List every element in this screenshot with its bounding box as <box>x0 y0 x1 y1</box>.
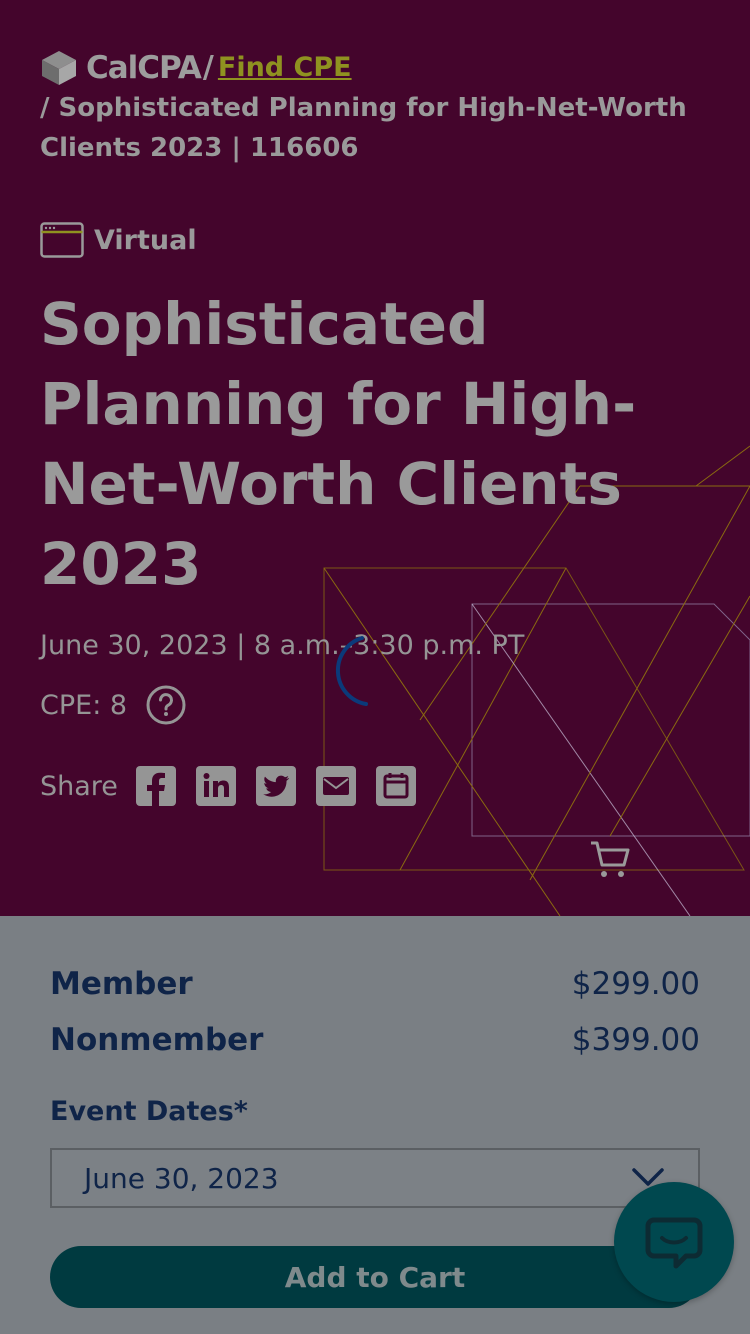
share-linkedin-button[interactable] <box>195 766 236 806</box>
event-format-label: Virtual <box>94 224 197 256</box>
calcpa-logo-icon <box>42 51 76 85</box>
nonmember-price: $399.00 <box>571 1022 700 1058</box>
calendar-icon <box>383 773 409 799</box>
nonmember-price-row: Nonmember $399.00 <box>50 1022 700 1058</box>
chat-button[interactable] <box>614 1182 734 1302</box>
event-date-time: June 30, 2023 | 8 a.m.–3:30 p.m. PT <box>40 630 525 661</box>
email-icon <box>322 777 349 795</box>
linkedin-icon <box>203 773 229 797</box>
breadcrumb: CalCPA / Find CPE / Sophisticated Planni… <box>40 48 710 168</box>
share-twitter-button[interactable] <box>255 766 296 806</box>
share-email-button[interactable] <box>315 766 356 806</box>
facebook-icon <box>146 772 165 806</box>
breadcrumb-current: / Sophisticated Planning for High-Net-Wo… <box>40 93 687 163</box>
loading-spinner-icon <box>335 636 368 706</box>
cpe-label: CPE: 8 <box>40 689 128 721</box>
event-hero: CalCPA / Find CPE / Sophisticated Planni… <box>0 0 750 916</box>
brand-name[interactable]: CalCPA <box>86 48 202 88</box>
event-dates-select[interactable]: June 30, 2023 <box>50 1148 700 1208</box>
event-dates-selected: June 30, 2023 <box>84 1161 279 1195</box>
member-price-row: Member $299.00 <box>50 966 700 1002</box>
browser-window-icon <box>40 222 84 258</box>
member-label: Member <box>50 966 193 1002</box>
breadcrumb-separator: / <box>202 50 214 85</box>
event-format: Virtual <box>40 222 197 258</box>
question-circle-icon[interactable] <box>145 684 187 726</box>
event-dates-label: Event Dates* <box>50 1096 248 1127</box>
chat-bubble-icon <box>645 1217 703 1269</box>
nonmember-label: Nonmember <box>50 1022 264 1058</box>
page-title: Sophisticated Planning for High-Net-Wort… <box>40 290 637 598</box>
share-bar: Share <box>40 766 436 806</box>
share-label: Share <box>40 770 118 802</box>
add-to-cart-button[interactable]: Add to Cart <box>50 1246 700 1308</box>
cpe-credits: CPE: 8 <box>40 684 187 726</box>
cart-icon[interactable] <box>588 838 632 882</box>
add-to-calendar-button[interactable] <box>375 766 416 806</box>
share-facebook-button[interactable] <box>135 766 176 806</box>
breadcrumb-link-find-cpe[interactable]: Find CPE <box>218 48 352 88</box>
twitter-icon <box>263 775 290 797</box>
member-price: $299.00 <box>571 966 700 1002</box>
